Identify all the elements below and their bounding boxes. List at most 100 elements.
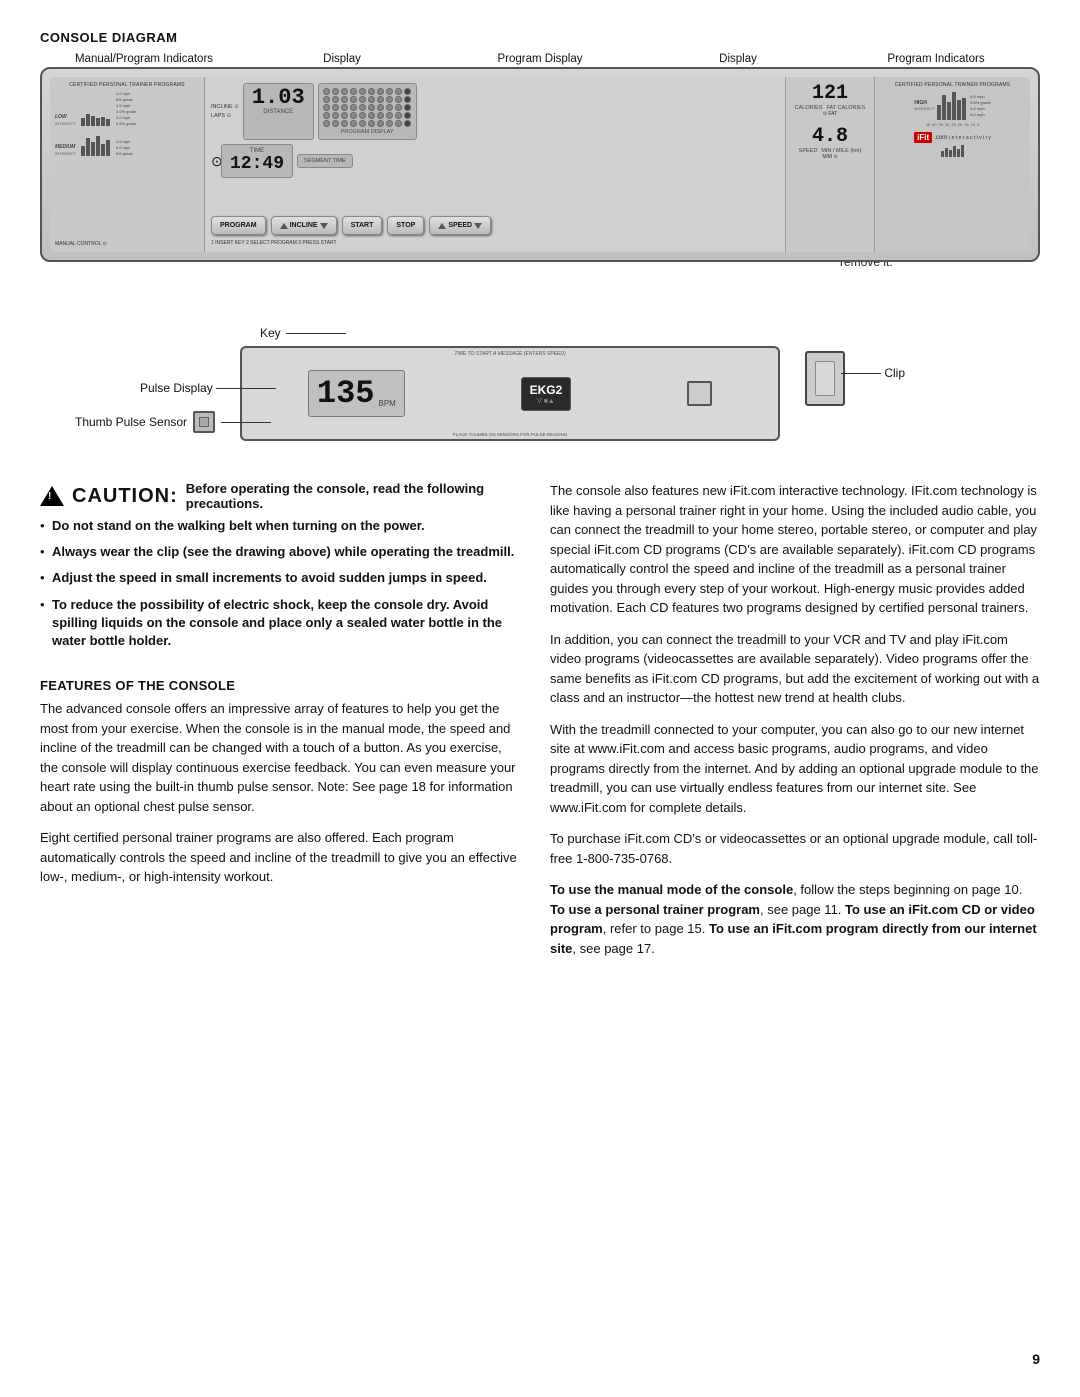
thumb-sensor-label: Thumb Pulse Sensor bbox=[75, 415, 187, 429]
program-display-label: PROGRAM DISPLAY bbox=[341, 129, 394, 135]
label-prog-indicators: Program Indicators bbox=[837, 53, 1035, 65]
label-prog-display: Program Display bbox=[441, 53, 639, 65]
high-intensity-label: HIGH INTENSITY bbox=[914, 100, 935, 111]
console-diagram-section: CONSOLE DIAGRAM Manual/Program Indicator… bbox=[40, 30, 1040, 466]
features-para-2: Eight certified personal trainer program… bbox=[40, 828, 520, 887]
high-intensity-row: HIGH INTENSITY 6.0 mph bbox=[914, 90, 990, 120]
speed-up-arrow bbox=[438, 223, 446, 229]
high-bars bbox=[937, 90, 966, 120]
speed-display: 4.8 SPEED MIN / MILE (km) M/M ⊙ bbox=[799, 125, 862, 160]
sensor-inner bbox=[199, 417, 209, 427]
distance-display: 1.03 DISTANCE bbox=[243, 83, 314, 140]
right-certified-label: CERTIFIED PERSONAL TRAINER PROGRAMS bbox=[895, 82, 1011, 88]
personal-trainer-bold: To use a personal trainer program bbox=[550, 902, 760, 917]
features-para-1: The advanced console offers an impressiv… bbox=[40, 699, 520, 816]
thumb-sensor-icon bbox=[193, 411, 215, 433]
down-arrow bbox=[320, 223, 328, 229]
intensity-sub: INTENSITY bbox=[55, 121, 76, 126]
low-bars bbox=[81, 102, 110, 126]
scale-numbers: 45403530252015105 bbox=[926, 122, 980, 127]
medium-bars bbox=[81, 128, 110, 156]
interactivity-bars bbox=[941, 145, 964, 157]
speed-labels-right: 6.0 mph 5.8% grade 4.0 mph 6.0 mph bbox=[970, 94, 990, 117]
ifit-com-text: .com bbox=[934, 135, 947, 141]
caution-title: CAUTION: bbox=[72, 485, 178, 508]
clip-line bbox=[841, 373, 881, 374]
caution-triangle-icon bbox=[40, 486, 64, 506]
mm-indicator: M/M ⊙ bbox=[822, 154, 837, 160]
bullet-1-text: Do not stand on the walking belt when tu… bbox=[52, 518, 425, 533]
main-content: CAUTION: Before operating the console, r… bbox=[40, 481, 1040, 970]
distance-label: DISTANCE bbox=[263, 109, 293, 115]
manual-control-label: MANUAL CONTROL ⊙ bbox=[55, 241, 199, 247]
calories-label: CALORIES bbox=[795, 105, 823, 111]
clip-label-text-area: Clip bbox=[841, 366, 905, 380]
ifit-logo-area: iFit .com i n t e r a c t i v i t y bbox=[914, 132, 991, 143]
seg-time-label: SEGMENT TIME bbox=[304, 158, 346, 164]
laps-row: LAPS ⊙ bbox=[211, 113, 239, 119]
bpm-label: BPM bbox=[379, 399, 396, 408]
page-number: 9 bbox=[1032, 1351, 1040, 1367]
speed-button[interactable]: SPEED bbox=[429, 216, 491, 235]
program-button[interactable]: PROGRAM bbox=[211, 216, 266, 235]
key-label: Key bbox=[260, 326, 281, 340]
features-section: FEATURES OF THE CONSOLE The advanced con… bbox=[40, 678, 520, 887]
bullet-3: Adjust the speed in small increments to … bbox=[40, 569, 520, 587]
incline-text: INCLINE ⊙ bbox=[211, 104, 239, 110]
incline-row: INCLINE ⊙ bbox=[211, 104, 239, 110]
dots-grid bbox=[323, 88, 412, 127]
right-display-panel: 121 CALORIES FAT CALORIES ⊙ FAT 4.8 SPEE… bbox=[785, 77, 875, 252]
pulse-display-label: Pulse Display bbox=[140, 381, 213, 395]
laps-text: LAPS ⊙ bbox=[211, 113, 231, 119]
certified-trainer-label: CERTIFIED PERSONAL TRAINER PROGRAMS bbox=[55, 82, 199, 88]
pulse-value: 135 bbox=[317, 375, 375, 412]
low-label: LOW bbox=[55, 114, 76, 120]
time-display: TIME 12:49 bbox=[221, 144, 293, 178]
right-para-4: To purchase iFit.com CD's or videocasset… bbox=[550, 829, 1040, 868]
time-value: 12:49 bbox=[230, 154, 284, 174]
diagram-title: CONSOLE DIAGRAM bbox=[40, 30, 1040, 45]
internet-site-bold: To use an iFit.com program directly from… bbox=[550, 921, 1037, 956]
intensity-sub-right: INTENSITY bbox=[914, 106, 935, 111]
right-para-2: In addition, you can connect the treadmi… bbox=[550, 630, 1040, 708]
page-container: CONSOLE DIAGRAM Manual/Program Indicator… bbox=[40, 30, 1040, 970]
manual-mode-bold: To use the manual mode of the console bbox=[550, 882, 793, 897]
right-para-5: To use the manual mode of the console, f… bbox=[550, 880, 1040, 958]
start-button[interactable]: START bbox=[342, 216, 383, 235]
calories-value: 121 bbox=[812, 82, 848, 105]
clip-visual bbox=[805, 351, 845, 406]
clip-label-text: Clip bbox=[884, 366, 905, 380]
key-line bbox=[286, 333, 346, 334]
ekg-display: EKG2 V ■▲ bbox=[521, 377, 572, 411]
incline-laps: INCLINE ⊙ LAPS ⊙ bbox=[211, 83, 239, 140]
top-display-row: INCLINE ⊙ LAPS ⊙ 1.03 DISTANCE bbox=[211, 83, 779, 140]
pulse-console-box: TIME TO START A MESSAGE (ENTERS SPEED) 1… bbox=[240, 346, 780, 441]
interactivity-text: i n t e r a c t i v i t y bbox=[949, 135, 991, 141]
place-thumbs-text: PLACE THUMBS ON SENSORS FOR PULSE READIN… bbox=[242, 432, 778, 437]
label-display1: Display bbox=[243, 53, 441, 65]
ekg-small-box bbox=[687, 381, 712, 406]
pulse-display: 135 BPM bbox=[308, 370, 405, 417]
label-manual-prog: Manual/Program Indicators bbox=[45, 53, 243, 65]
diagram-wrapper: Manual/Program Indicators Display Progra… bbox=[40, 53, 1040, 262]
caution-bullet-list: Do not stand on the walking belt when tu… bbox=[40, 517, 520, 650]
speed-labels-low: 4.0 mph 8% grade 4.5 mph 5.0% grade 4.0 … bbox=[116, 91, 136, 126]
seg-time-display: SEGMENT TIME bbox=[297, 154, 353, 168]
caution-box: CAUTION: Before operating the console, r… bbox=[40, 481, 520, 662]
bullet-4-text: To reduce the possibility of electric sh… bbox=[52, 597, 502, 648]
bullet-3-text: Adjust the speed in small increments to … bbox=[52, 570, 487, 585]
thumb-sensor-label-area: Thumb Pulse Sensor bbox=[75, 411, 271, 433]
calories-display: 121 CALORIES FAT CALORIES ⊙ FAT bbox=[795, 82, 866, 117]
intensity-sub2: INTENSITY bbox=[55, 151, 76, 156]
right-para-1: The console also features new iFit.com i… bbox=[550, 481, 1040, 618]
incline-button[interactable]: INCLINE bbox=[271, 216, 337, 235]
distance-value: 1.03 bbox=[252, 87, 305, 109]
stop-button[interactable]: STOP bbox=[387, 216, 424, 235]
console-graphic: CERTIFIED PERSONAL TRAINER PROGRAMS LOW … bbox=[40, 67, 1040, 262]
seg-spacer: ⊙ bbox=[211, 153, 217, 170]
pulse-display-line bbox=[216, 388, 276, 389]
up-arrow bbox=[280, 223, 288, 229]
left-column: CAUTION: Before operating the console, r… bbox=[40, 481, 520, 970]
low-intensity-row: LOW INTENSITY 4.0 mph bbox=[55, 91, 199, 126]
center-display: INCLINE ⊙ LAPS ⊙ 1.03 DISTANCE bbox=[205, 77, 785, 252]
